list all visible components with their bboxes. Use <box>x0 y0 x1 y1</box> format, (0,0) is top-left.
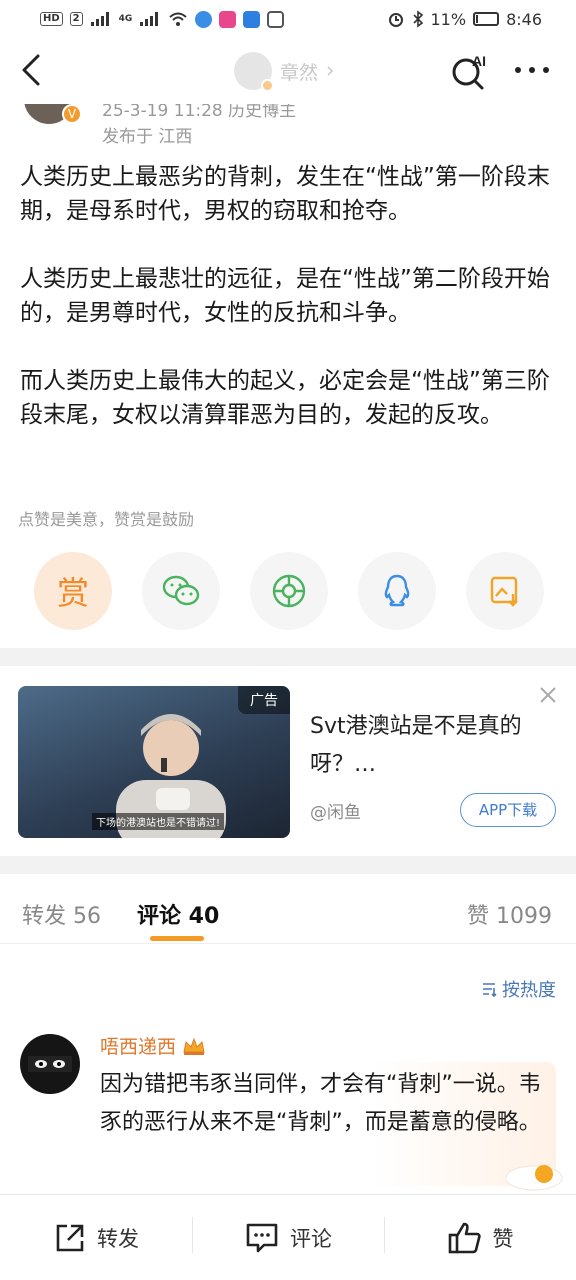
save-image-button[interactable] <box>466 552 544 630</box>
sort-icon <box>483 983 497 998</box>
thumbs-up-icon <box>448 1222 481 1253</box>
tab-comments[interactable]: 评论 40 <box>137 898 219 930</box>
wifi-icon <box>169 12 187 26</box>
like-button[interactable]: 赞 <box>384 1195 576 1280</box>
bluetooth-icon <box>412 10 423 28</box>
status-bar-left: HD 2 4G <box>40 10 285 28</box>
clock: 8:46 <box>506 9 542 29</box>
ad-caption: 下场的港澳站也是不错请过! <box>92 813 225 830</box>
ad-title[interactable]: Svt港澳站是不是真的呀？… <box>310 708 540 784</box>
verified-v-icon: V <box>62 104 82 124</box>
app-notification-icon-2 <box>219 10 237 28</box>
sort-toggle[interactable]: 按热度 <box>480 976 556 1002</box>
hd-indicator: HD <box>40 12 63 26</box>
app-notification-icon-3 <box>243 10 261 28</box>
post-paragraph: 而人类历史上最伟大的起义，必定会是“性战”第三阶段末尾，女权以清算罪恶为目的，发… <box>20 368 550 428</box>
repost-button[interactable]: 转发 <box>0 1195 192 1280</box>
app-notification-icon <box>195 10 213 28</box>
interaction-tabs: 转发 56 评论 40 赞 1099 <box>0 874 576 944</box>
post-header: V 25-3-19 11:28 历史博主 发布于 江西 <box>0 104 576 150</box>
nav-user-name: 章然 <box>280 61 319 84</box>
ad-card[interactable]: 广告 下场的港澳站也是不错请过! Svt港澳站是不是真的呀？… @闲鱼 APP下… <box>0 666 576 856</box>
signal-icon <box>90 12 109 26</box>
post-meta: 25-3-19 11:28 历史博主 <box>102 104 297 121</box>
battery-fill <box>476 15 479 23</box>
sim-indicator: 2 <box>69 12 83 26</box>
post-paragraph: 人类历史上最恶劣的背刺，发生在“性战”第一阶段末期，是母系时代，男权的窃取和抢夺… <box>20 164 550 224</box>
sort-label: 按热度 <box>502 980 556 1001</box>
ad-source: @闲鱼 <box>310 803 361 823</box>
top-nav: 章然 AI <box>0 38 576 104</box>
active-tab-indicator <box>150 936 204 941</box>
app-notification-icon-4 <box>267 10 285 28</box>
alarm-icon <box>388 13 403 27</box>
share-wechat-button[interactable] <box>142 552 220 630</box>
moments-icon <box>272 574 306 608</box>
post-paragraph: 人类历史上最悲壮的远征，是在“性战”第二阶段开始的，是男尊时代，女性的反抗和斗争… <box>20 266 550 326</box>
chevron-right-icon <box>327 66 334 76</box>
nav-user[interactable]: 章然 <box>234 52 334 92</box>
share-row: 赏 <box>34 552 544 630</box>
save-image-icon <box>490 576 518 607</box>
commenter-name-row[interactable]: 唔西递西 <box>100 1032 206 1059</box>
reward-button[interactable]: 赏 <box>34 552 112 630</box>
commenter-avatar-image <box>28 1056 72 1072</box>
close-icon[interactable] <box>537 684 559 706</box>
battery-percent: 11% <box>430 9 467 29</box>
wechat-icon <box>162 575 200 606</box>
crown-badge-icon <box>183 1037 205 1055</box>
like-label: 赞 <box>492 1226 514 1251</box>
nav-avatar <box>234 52 274 92</box>
network-type-label: 4G <box>118 14 133 24</box>
comment-text[interactable]: 因为错把韦豕当同伴，才会有“背刺”一说。韦豕的恶行从来不是“背刺”，而是蓄意的侵… <box>100 1066 548 1142</box>
tab-repost[interactable]: 转发 56 <box>22 898 101 930</box>
ai-search-icon[interactable]: AI <box>450 52 490 92</box>
comment-label: 评论 <box>290 1226 332 1251</box>
share-moments-button[interactable] <box>250 552 328 630</box>
repost-label: 转发 <box>97 1226 139 1251</box>
post-location: 发布于 江西 <box>102 127 193 147</box>
comment-icon <box>246 1223 278 1252</box>
status-bar-right: 11% 8:46 <box>387 9 542 29</box>
comment-item: 唔西递西 因为错把韦豕当同伴，才会有“背刺”一说。韦豕的恶行从来不是“背刺”，而… <box>0 1030 576 1192</box>
ad-tag: 广告 <box>238 686 290 714</box>
status-bar: HD 2 4G 11% 8:46 <box>0 0 576 38</box>
repost-icon <box>56 1224 84 1251</box>
reward-label: 赏 <box>56 574 89 612</box>
commenter-name: 唔西递西 <box>100 1036 177 1058</box>
qq-icon <box>384 574 410 607</box>
commenter-avatar[interactable] <box>20 1034 80 1094</box>
verified-badge-icon <box>261 79 274 92</box>
signal-icon-2 <box>140 12 159 26</box>
ad-image[interactable]: 广告 下场的港澳站也是不错请过! <box>18 686 290 838</box>
bottom-action-bar: 转发 评论 赞 <box>0 1194 576 1280</box>
egg-sticker-icon <box>505 1165 563 1191</box>
post-content: 人类历史上最恶劣的背刺，发生在“性战”第一阶段末期，是母系时代，男权的窃取和抢夺… <box>20 160 560 466</box>
section-divider <box>0 648 576 666</box>
app-download-button[interactable]: APP下载 <box>460 793 556 827</box>
reward-hint: 点赞是美意，赞赏是鼓励 <box>18 510 195 529</box>
tab-likes[interactable]: 赞 1099 <box>467 898 552 930</box>
share-qq-button[interactable] <box>358 552 436 630</box>
more-options-icon[interactable] <box>512 60 552 80</box>
back-arrow-icon[interactable] <box>18 52 48 88</box>
battery-icon <box>473 12 500 26</box>
section-divider <box>0 856 576 874</box>
ai-label: AI <box>472 53 486 69</box>
comment-button[interactable]: 评论 <box>192 1195 384 1280</box>
